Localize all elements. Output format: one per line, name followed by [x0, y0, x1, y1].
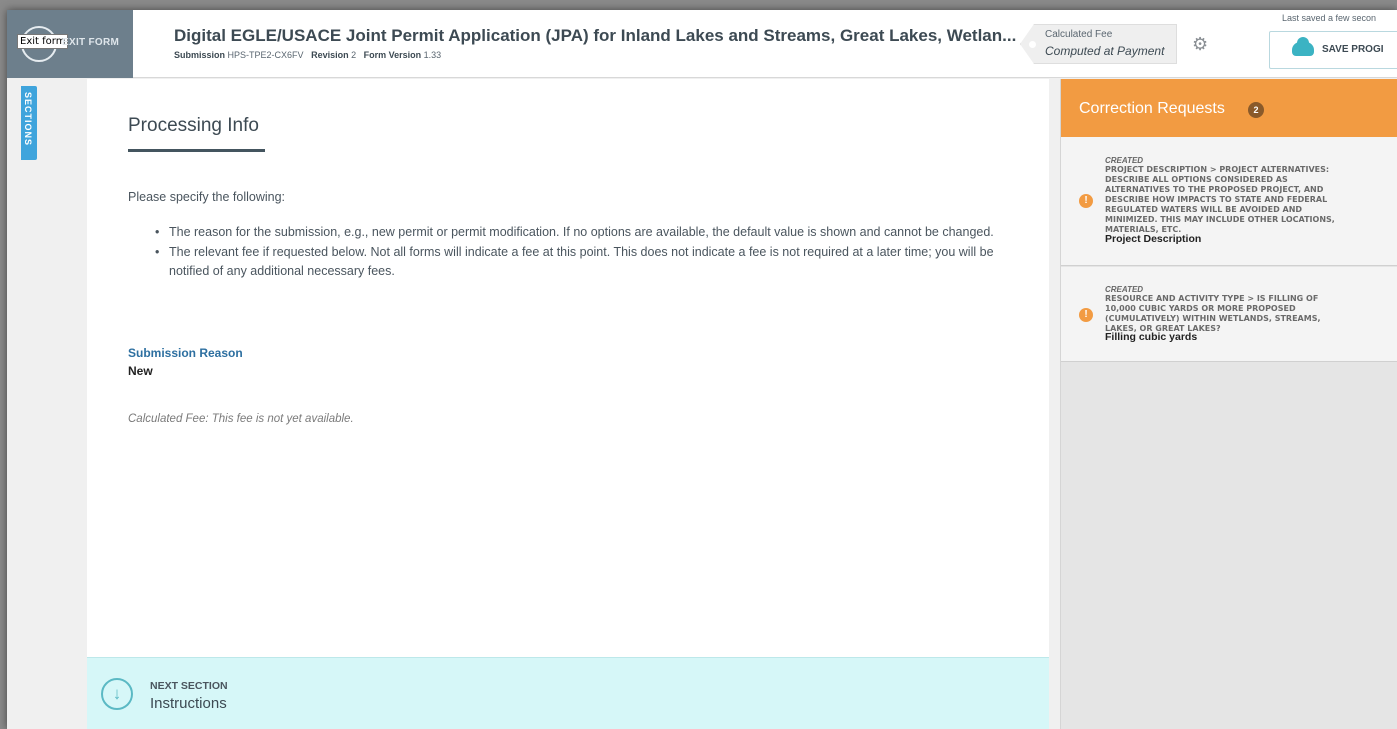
- submission-id: HPS-TPE2-CX6FV: [227, 50, 304, 60]
- count-badge: 2: [1248, 102, 1264, 118]
- form-title: Digital EGLE/USACE Joint Permit Applicat…: [174, 26, 1017, 45]
- request-field: Project Description: [1105, 233, 1202, 245]
- cloud-upload-icon: [1292, 37, 1314, 56]
- sections-tab-label: SECTIONS: [23, 92, 33, 147]
- tag-hole-icon: [1029, 41, 1036, 48]
- request-status: CREATED: [1105, 285, 1144, 294]
- calculated-fee-note: Calculated Fee: This fee is not yet avai…: [128, 413, 354, 425]
- next-section-title: Instructions: [150, 695, 227, 712]
- page-title: Processing Info: [128, 115, 259, 136]
- gear-icon[interactable]: ⚙: [1192, 34, 1208, 55]
- warning-icon: !: [1079, 308, 1093, 322]
- intro-text: Please specify the following:: [128, 190, 286, 204]
- correction-requests-panel: Correction Requests 2 ! CREATED PROJECT …: [1060, 79, 1397, 729]
- form-header: Exit form EXIT FORM Digital EGLE/USACE J…: [7, 10, 1397, 78]
- form-meta: Submission HPS-TPE2-CX6FV Revision 2 For…: [174, 50, 441, 60]
- main-panel: Processing Info Please specify the follo…: [87, 79, 1049, 729]
- submission-label: Submission: [174, 50, 226, 60]
- submission-reason-label: Submission Reason: [128, 346, 243, 360]
- revision-label: Revision: [311, 50, 349, 60]
- exit-form-button[interactable]: Exit form EXIT FORM: [7, 10, 133, 78]
- request-description: PROJECT DESCRIPTION > PROJECT ALTERNATIV…: [1105, 165, 1335, 234]
- app-window: Exit form EXIT FORM Digital EGLE/USACE J…: [7, 10, 1397, 729]
- form-version-label: Form Version: [363, 50, 422, 60]
- last-saved-status: Last saved a few secon: [1282, 13, 1377, 23]
- warning-icon: !: [1079, 194, 1093, 208]
- arrow-down-circle-icon: ↓: [101, 678, 133, 710]
- correction-request-item[interactable]: ! CREATED PROJECT DESCRIPTION > PROJECT …: [1061, 137, 1397, 266]
- request-description: RESOURCE AND ACTIVITY TYPE > IS FILLING …: [1105, 294, 1321, 333]
- submission-reason-value: New: [128, 364, 153, 378]
- calculated-fee-tag: Calculated Fee Computed at Payment: [1020, 24, 1177, 64]
- request-status: CREATED: [1105, 156, 1144, 165]
- title-underline: [128, 149, 265, 152]
- next-section-button[interactable]: ↓ NEXT SECTION Instructions: [87, 657, 1049, 729]
- save-progress-label: SAVE PROGI: [1322, 44, 1384, 55]
- correction-request-item[interactable]: ! CREATED RESOURCE AND ACTIVITY TYPE > I…: [1061, 267, 1397, 362]
- request-field: Filling cubic yards: [1105, 331, 1198, 343]
- exit-tooltip: Exit form: [17, 34, 69, 49]
- list-item: The reason for the submission, e.g., new…: [155, 223, 1017, 242]
- save-progress-button[interactable]: SAVE PROGI: [1269, 31, 1397, 69]
- form-version-value: 1.33: [423, 50, 442, 60]
- list-item: The relevant fee if requested below. Not…: [155, 243, 1017, 281]
- sections-tab[interactable]: SECTIONS: [21, 86, 37, 160]
- instructions-list: The reason for the submission, e.g., new…: [155, 223, 1017, 282]
- fee-tag-value: Computed at Payment: [1045, 44, 1165, 58]
- next-section-kicker: NEXT SECTION: [150, 680, 228, 692]
- correction-requests-title: Correction Requests: [1079, 100, 1225, 117]
- exit-form-label: EXIT FORM: [62, 37, 120, 48]
- fee-tag-label: Calculated Fee: [1045, 29, 1113, 40]
- revision-value: 2: [351, 50, 357, 60]
- correction-requests-header: Correction Requests 2: [1061, 79, 1397, 137]
